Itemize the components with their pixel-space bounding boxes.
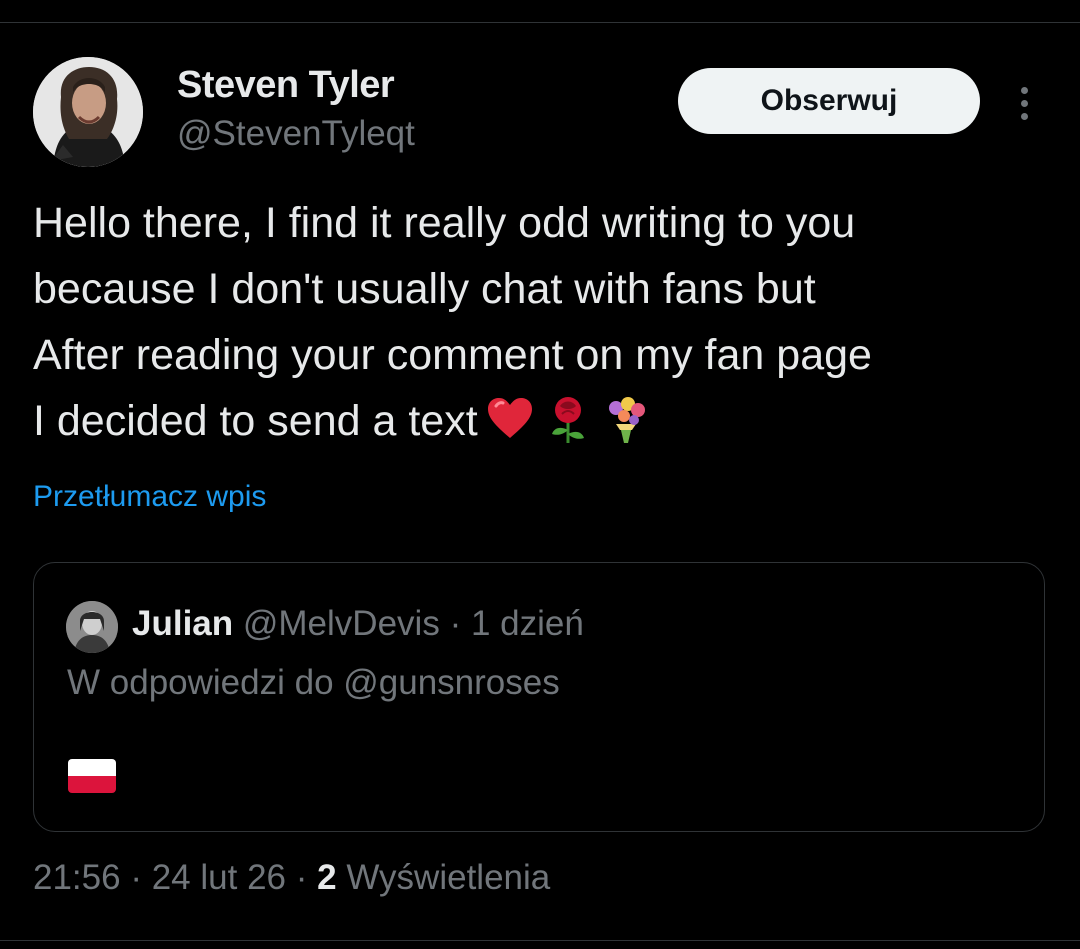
- separator-dot: ·: [449, 604, 462, 643]
- follow-button[interactable]: Obserwuj: [678, 68, 980, 134]
- separator-dot: ·: [130, 858, 142, 897]
- quoted-author-name[interactable]: Julian: [132, 604, 233, 643]
- tweet-line: because I don't usually chat with fans b…: [33, 265, 816, 313]
- more-dot-icon: [1020, 99, 1028, 107]
- author-name[interactable]: Steven Tyler: [177, 64, 395, 107]
- more-dot-icon: [1020, 86, 1028, 94]
- separator-dot: ·: [295, 858, 308, 897]
- tweet-date[interactable]: 24 lut 26: [152, 858, 286, 897]
- tweet-line: Hello there, I find it really odd writin…: [33, 199, 856, 247]
- tweet-last-line: I decided to send a text: [33, 388, 1053, 454]
- tweet-line: I decided to send a text: [33, 397, 478, 445]
- more-options-button[interactable]: [1006, 78, 1042, 128]
- views-count: 2: [317, 858, 337, 897]
- translate-post-link[interactable]: Przetłumacz wpis: [33, 480, 266, 514]
- author-avatar[interactable]: [33, 57, 143, 167]
- author-handle[interactable]: @StevenTyleqt: [177, 114, 415, 154]
- quoted-tweet-header: Julian @MelvDevis · 1 dzień: [132, 601, 584, 647]
- top-divider: [0, 22, 1080, 23]
- tweet-line: After reading your comment on my fan pag…: [33, 331, 872, 379]
- rose-icon: [551, 396, 584, 443]
- views-label: Wyświetlenia: [346, 858, 551, 897]
- tweet-time[interactable]: 21:56: [33, 858, 121, 897]
- tweet-meta: 21:56 · 24 lut 26 · 2 Wyświetlenia: [33, 858, 550, 898]
- poland-flag-icon: [68, 759, 116, 793]
- tweet-text: Hello there, I find it really odd writin…: [33, 190, 1053, 454]
- bottom-divider: [0, 940, 1080, 941]
- red-heart-icon: [487, 397, 532, 438]
- emoji-group: [486, 396, 650, 444]
- quoted-author-handle[interactable]: @MelvDevis: [243, 604, 440, 643]
- quoted-tweet-card[interactable]: Julian @MelvDevis · 1 dzień W odpowiedzi…: [33, 562, 1045, 832]
- quoted-tweet-time[interactable]: 1 dzień: [471, 604, 584, 643]
- more-dot-icon: [1020, 112, 1028, 120]
- quoted-author-avatar[interactable]: [66, 601, 118, 653]
- quoted-reply-to: W odpowiedzi do @gunsnroses: [67, 663, 560, 702]
- bouquet-icon: [608, 396, 645, 443]
